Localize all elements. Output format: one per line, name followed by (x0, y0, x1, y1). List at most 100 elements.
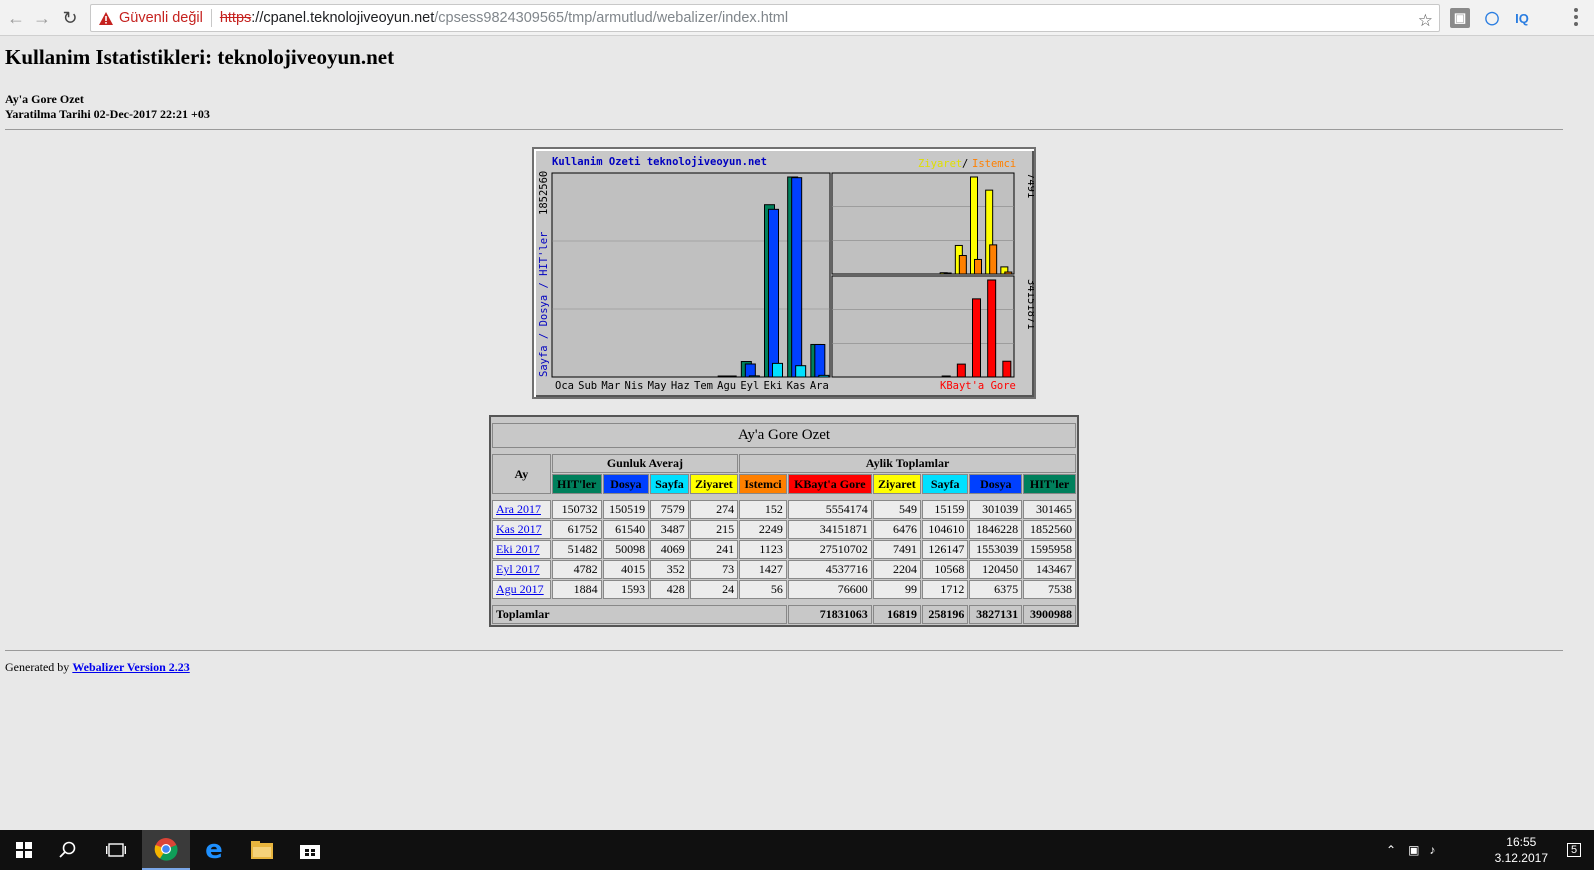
bookmark-star-icon[interactable]: ☆ (1418, 8, 1433, 34)
network-icon[interactable]: ▣ (1408, 843, 1419, 857)
table-cell: 352 (650, 560, 689, 579)
total-cell: 258196 (922, 605, 969, 624)
warning-triangle-icon (99, 11, 113, 25)
extension-icon[interactable]: ▣ (1450, 8, 1470, 28)
month-tick-label: Ara (810, 380, 829, 392)
table-cell: 4782 (551, 560, 602, 579)
totals-spacer (492, 600, 1076, 604)
table-cell: 428 (650, 580, 689, 599)
month-link[interactable]: Kas 2017 (496, 522, 542, 536)
table-body: Ara 2017 150732 150519 7579 274 152 5554174 549… (492, 500, 1076, 599)
table-cell: 10568 (922, 560, 969, 579)
table-cell: 1553039 (969, 540, 1023, 559)
month-header: Ay (492, 454, 551, 494)
daily-average-header: Gunluk Averaj (551, 454, 739, 473)
chevron-up-icon[interactable]: ⌃ (1386, 843, 1396, 857)
left-axis-max: 1852560 (538, 171, 550, 215)
column-header: Ziyaret (689, 474, 739, 494)
column-header: Dosya (602, 474, 650, 494)
start-button[interactable] (0, 830, 48, 870)
month-cell: Eyl 2017 (492, 560, 551, 579)
shield-extension-icon[interactable]: ◯ (1482, 8, 1502, 28)
graph-title: Kullanim Ozeti teknolojiveoyun.net (552, 156, 767, 168)
page-content: Kullanim Istatistikleri: teknolojiveoyun… (5, 36, 1589, 674)
webalizer-link[interactable]: Webalizer Version 2.23 (72, 660, 189, 674)
month-tick-label: Tem (694, 380, 713, 392)
table-cell: 4069 (650, 540, 689, 559)
column-header: HIT'ler (1023, 474, 1076, 494)
kbytes-bar (987, 279, 997, 378)
month-tick-label: Mar (601, 380, 620, 392)
sites-bar (974, 258, 982, 275)
notification-center-icon[interactable]: 5 (1554, 830, 1594, 870)
legend-separator: / (962, 158, 968, 170)
top-right-max: 7491 (1025, 173, 1034, 198)
security-indicator[interactable]: Güvenli değil (91, 5, 203, 31)
table-cell: 7538 (1023, 580, 1076, 599)
table-cell: 15159 (922, 500, 969, 519)
kbytes-bar (941, 375, 951, 378)
month-link[interactable]: Eyl 2017 (496, 562, 540, 576)
search-icon[interactable] (44, 830, 92, 870)
month-link[interactable]: Eki 2017 (496, 542, 540, 556)
reload-icon[interactable]: ↻ (58, 6, 82, 30)
month-cell: Eki 2017 (492, 540, 551, 559)
column-header: Sayfa (650, 474, 689, 494)
security-label: Güvenli değil (119, 10, 203, 26)
month-link[interactable]: Ara 2017 (496, 502, 541, 516)
table-cell: 150519 (602, 500, 650, 519)
header-spacer (492, 495, 1076, 499)
iq-extension-icon[interactable]: IQ (1512, 8, 1532, 28)
table-cell: 6375 (969, 580, 1023, 599)
page-title: Kullanim Istatistikleri: teknolojiveoyun… (5, 45, 395, 69)
task-view-icon[interactable] (92, 830, 140, 870)
table-row: Eyl 2017 4782 4015 352 73 1427 4537716 2204 1056… (492, 560, 1076, 579)
back-arrow-icon[interactable]: ← (4, 6, 28, 30)
pages-bar (772, 362, 783, 378)
table-cell: 1593 (602, 580, 650, 599)
column-header: HIT'ler (551, 474, 602, 494)
total-cell: 71831063 (787, 605, 872, 624)
table-cell: 61540 (602, 520, 650, 539)
clock[interactable]: 16:55 3.12.2017 (1495, 834, 1548, 866)
forward-arrow-icon[interactable]: → (30, 6, 54, 30)
table-cell: 73 (689, 560, 739, 579)
column-header: Ziyaret (872, 474, 921, 494)
system-tray: ⌃ ▣ ♪ (1386, 830, 1439, 870)
monthly-summary-table: Ay'a Gore Ozet Ay Gunluk Averaj Aylik To… (489, 415, 1079, 627)
month-link[interactable]: Agu 2017 (496, 582, 544, 596)
page-meta: Ay'a Gore Ozet Yaratilma Tarihi 02-Dec-2… (5, 92, 1589, 122)
url-host: ://cpanel.teknolojiveoyun.net (251, 10, 435, 26)
files-bar (814, 344, 826, 378)
address-bar[interactable]: Güvenli değil https://cpanel.teknolojive… (90, 4, 1440, 32)
table-cell: 104610 (922, 520, 969, 539)
sites-bar (1004, 271, 1013, 275)
notification-count: 5 (1566, 843, 1582, 857)
files-bar (744, 363, 756, 378)
month-cell: Ara 2017 (492, 500, 551, 519)
table-cell: 152 (739, 500, 787, 519)
file-explorer-icon[interactable] (238, 830, 286, 870)
edge-taskbar-icon[interactable]: e (190, 830, 238, 870)
table-cell: 6476 (872, 520, 921, 539)
footer: Generated by Webalizer Version 2.23 (5, 660, 190, 675)
table-cell: 1846228 (969, 520, 1023, 539)
table-cell: 76600 (787, 580, 872, 599)
store-icon[interactable] (286, 830, 334, 870)
table-cell: 549 (872, 500, 921, 519)
browser-menu-icon[interactable] (1574, 8, 1580, 26)
chrome-taskbar-icon[interactable] (142, 830, 190, 870)
table-row: Kas 2017 61752 61540 3487 215 2249 34151871 647… (492, 520, 1076, 539)
month-tick-label: May (648, 380, 667, 392)
table-cell: 7579 (650, 500, 689, 519)
table-cell: 2249 (739, 520, 787, 539)
legend-sites: Istemci (972, 158, 1016, 170)
clock-time: 16:55 (1506, 835, 1537, 849)
sites-bar (989, 244, 998, 275)
table-row: Agu 2017 1884 1593 428 24 56 76600 99 1712 6375 75… (492, 580, 1076, 599)
table-cell: 274 (689, 500, 739, 519)
pages-bar (818, 374, 830, 378)
pages-bar (795, 365, 807, 378)
volume-muted-icon[interactable]: ♪ (1429, 843, 1435, 857)
windows-taskbar: e ⌃ ▣ ♪ 16:55 3.12.2017 5 (0, 830, 1594, 870)
